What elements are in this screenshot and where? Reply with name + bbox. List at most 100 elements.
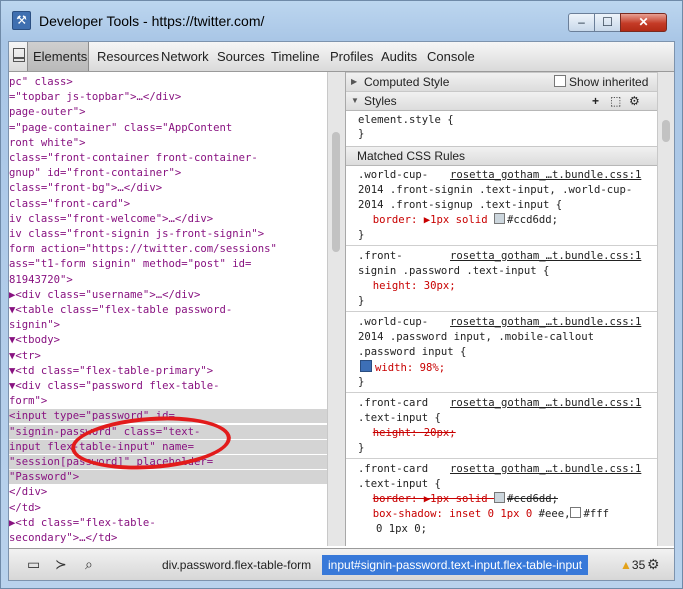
window-title: Developer Tools - https://twitter.com/: [39, 13, 265, 29]
dom-node-line[interactable]: ▼<tbody>: [9, 333, 60, 347]
dock-side-icon[interactable]: ▭: [27, 556, 40, 573]
rule-selector[interactable]: 2014 .password input, .mobile-callout: [358, 330, 594, 344]
dom-node-line[interactable]: form">: [9, 394, 47, 408]
scroll-thumb[interactable]: [332, 132, 340, 252]
css-property[interactable]: border: ▶1px solid #ccd6dd;: [360, 492, 558, 506]
dom-node-line[interactable]: class="front-card">: [9, 197, 130, 211]
warning-count[interactable]: ▲35: [620, 558, 645, 572]
rule-source-link[interactable]: rosetta_gotham_…t.bundle.css:1: [450, 249, 641, 263]
property-text: box-shadow: inset 0 1px 0: [372, 508, 539, 520]
rule-selector[interactable]: .text-input {: [358, 411, 441, 425]
dom-node-line[interactable]: form action="https://twitter.com/session…: [9, 242, 277, 256]
rule-divider: [346, 392, 657, 393]
tab-timeline[interactable]: Timeline: [271, 42, 320, 71]
dom-node-line[interactable]: ▼<table class="flex-table password-: [9, 303, 232, 317]
show-console-icon[interactable]: ≻: [55, 556, 67, 573]
add-rule-icon[interactable]: +: [592, 92, 599, 110]
color-swatch[interactable]: [493, 213, 505, 224]
devtools-window: ⚒ Developer Tools - https://twitter.com/…: [0, 0, 683, 589]
dom-node-line[interactable]: 81943720">: [9, 273, 73, 287]
dom-node-line[interactable]: ass="t1-form signin" method="post" id=: [9, 257, 251, 271]
dom-node-line[interactable]: ="page-container" class="AppContent: [9, 121, 232, 135]
element-style-selector[interactable]: element.style {: [358, 113, 454, 127]
rule-selector[interactable]: .password input {: [358, 345, 466, 359]
property-text: border: ▶1px solid: [372, 214, 494, 226]
property-value: #ccd6dd;: [506, 214, 558, 226]
devtools-app-icon: ⚒: [12, 11, 31, 30]
gear-icon[interactable]: ⚙: [629, 92, 640, 110]
rule-selector[interactable]: .world-cup-: [358, 168, 428, 182]
close-button[interactable]: ✕: [620, 13, 667, 32]
color-swatch[interactable]: [493, 492, 505, 503]
elements-tree[interactable]: pc" class> ="topbar js-topbar">…</div> pag…: [9, 72, 327, 546]
breadcrumb-item-selected[interactable]: input#signin-password.text-input.flex-ta…: [322, 555, 589, 575]
dom-node-line[interactable]: class="front-container front-container-: [9, 151, 258, 165]
rule-selector[interactable]: .front-card: [358, 396, 428, 410]
dom-node-line[interactable]: iv class="front-welcome">…</div>: [9, 212, 213, 226]
dom-node-line[interactable]: class="front-bg">…</div>: [9, 181, 162, 195]
property-text: border: ▶1px solid: [372, 493, 494, 505]
dom-node-line[interactable]: pc" class>: [9, 75, 73, 89]
dom-node-line[interactable]: ▶<div class="username">…</div>: [9, 288, 200, 302]
rule-source-link[interactable]: rosetta_gotham_…t.bundle.css:1: [450, 315, 641, 329]
css-property[interactable]: width: 98%;: [360, 360, 445, 374]
styles-label: Styles: [364, 94, 397, 108]
color-swatch[interactable]: [570, 507, 582, 518]
tab-resources[interactable]: Resources: [97, 42, 159, 71]
breadcrumb-item[interactable]: div.password.flex-table-form: [162, 558, 311, 572]
dom-node-line[interactable]: iv class="front-signin js-front-signin">: [9, 227, 264, 241]
checkbox[interactable]: [554, 75, 566, 87]
title-bar[interactable]: ⚒ Developer Tools - https://twitter.com/…: [1, 1, 682, 35]
scroll-thumb[interactable]: [662, 120, 670, 142]
element-state-icon[interactable]: ⬚: [610, 92, 621, 110]
css-property[interactable]: height: 20px;: [360, 426, 456, 440]
tab-audits[interactable]: Audits: [381, 42, 417, 71]
css-property[interactable]: border: ▶1px solid #ccd6dd;: [360, 213, 558, 227]
rule-source-link[interactable]: rosetta_gotham_…t.bundle.css:1: [450, 168, 641, 182]
css-property[interactable]: box-shadow: inset 0 1px 0 #eee, #fff: [360, 507, 609, 521]
dom-node-line-selected[interactable]: "Password">: [9, 470, 327, 485]
rule-selector[interactable]: .front-card: [358, 462, 428, 476]
styles-header[interactable]: ▼ Styles + ⬚ ⚙: [346, 91, 657, 111]
dom-node-line[interactable]: </div>: [9, 485, 47, 499]
show-inherited-toggle[interactable]: Show inherited: [554, 73, 648, 91]
rule-source-link[interactable]: rosetta_gotham_…t.bundle.css:1: [450, 462, 641, 476]
dock-icon[interactable]: [13, 48, 25, 62]
dom-node-line[interactable]: </td>: [9, 501, 41, 515]
dom-node-line[interactable]: ▼<div class="password flex-table-: [9, 379, 219, 393]
rule-selector[interactable]: .front-: [358, 249, 403, 263]
dom-node-line[interactable]: ="topbar js-topbar">…</div>: [9, 90, 181, 104]
rule-selector[interactable]: signin .password .text-input {: [358, 264, 549, 278]
property-checkbox[interactable]: [360, 360, 372, 372]
css-property[interactable]: height: 30px;: [360, 279, 456, 293]
styles-vertical-scrollbar[interactable]: [657, 72, 674, 546]
rule-source-link[interactable]: rosetta_gotham_…t.bundle.css:1: [450, 396, 641, 410]
tab-sources[interactable]: Sources: [217, 42, 265, 71]
rule-selector[interactable]: 2014 .front-signin .text-input, .world-c…: [358, 183, 632, 197]
rule-divider: [346, 458, 657, 459]
tab-console[interactable]: Console: [427, 42, 475, 71]
dom-node-line[interactable]: ▼<td class="flex-table-primary">: [9, 364, 213, 378]
dom-node-line[interactable]: ront white">: [9, 136, 86, 150]
rule-selector[interactable]: .text-input {: [358, 477, 441, 491]
show-inherited-label: Show inherited: [569, 75, 649, 89]
dom-node-line[interactable]: signin">: [9, 318, 60, 332]
tab-network[interactable]: Network: [161, 42, 209, 71]
property-value: #eee,: [538, 508, 571, 520]
dom-node-line[interactable]: gnup" id="front-container">: [9, 166, 181, 180]
computed-style-header[interactable]: ▶ Computed Style Show inherited: [346, 72, 657, 92]
maximize-button[interactable]: ☐: [594, 13, 621, 32]
dom-node-line[interactable]: page-outer">: [9, 105, 86, 119]
search-icon[interactable]: ⌕: [85, 556, 93, 573]
elements-vertical-scrollbar[interactable]: [327, 72, 345, 546]
rule-selector[interactable]: .world-cup-: [358, 315, 428, 329]
minimize-button[interactable]: –: [568, 13, 595, 32]
tab-profiles[interactable]: Profiles: [330, 42, 373, 71]
tab-elements[interactable]: Elements: [27, 42, 89, 71]
dom-node-line[interactable]: ▼<tr>: [9, 349, 41, 363]
rule-selector[interactable]: 2014 .front-signup .text-input {: [358, 198, 562, 212]
settings-gear-icon[interactable]: ⚙: [647, 556, 660, 573]
dom-node-line[interactable]: secondary">…</td>: [9, 531, 117, 545]
dom-node-line[interactable]: ▶<td class="flex-table-: [9, 516, 156, 530]
styles-sidebar: ▶ Computed Style Show inherited ▼ Styles…: [345, 72, 657, 546]
